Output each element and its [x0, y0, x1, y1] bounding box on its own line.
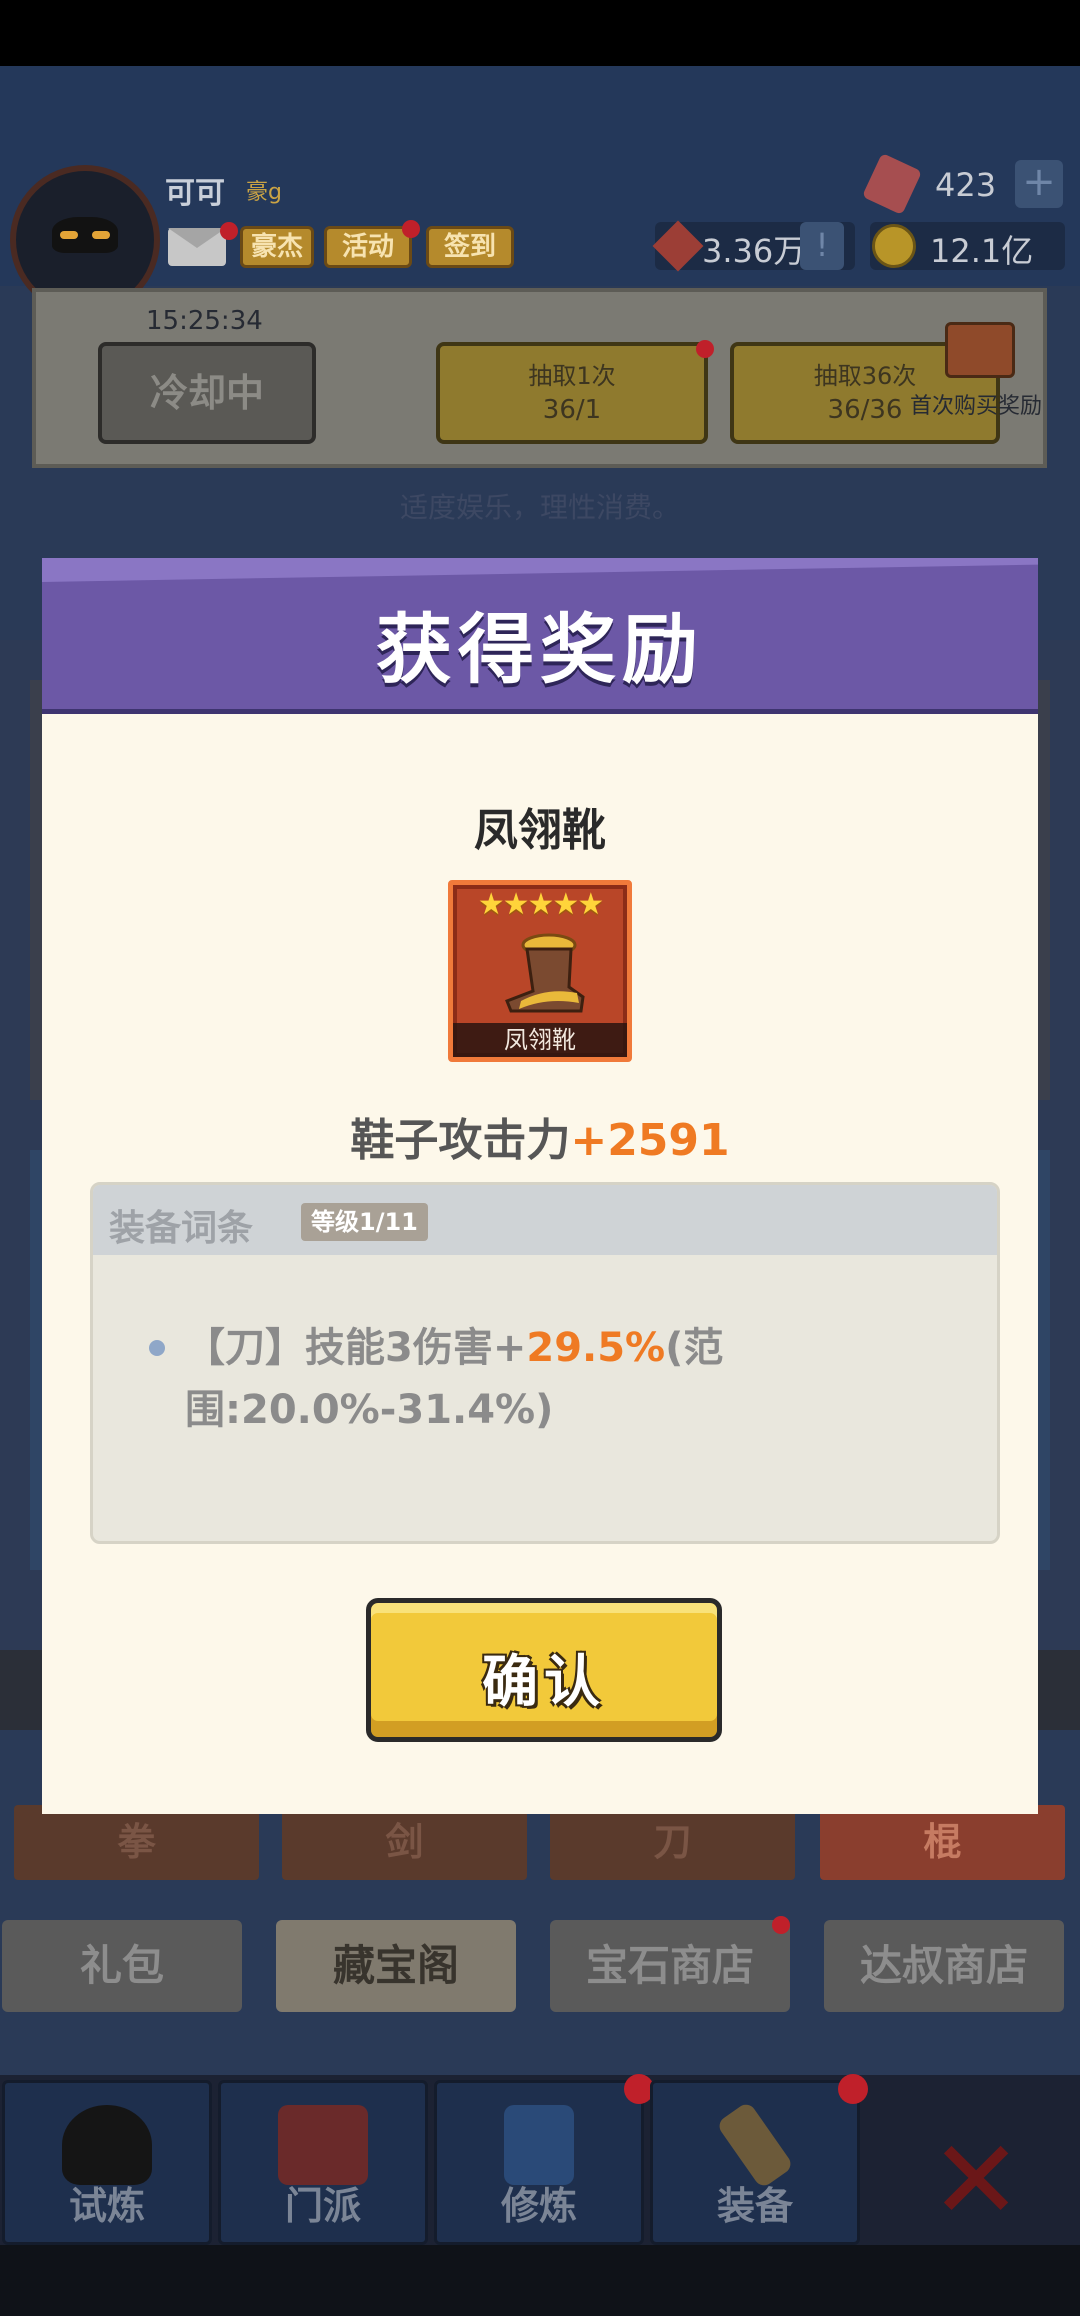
- attack-value: +2591: [570, 1115, 730, 1166]
- cooldown-timer: 15:25:34: [146, 306, 263, 336]
- treasure-chest-icon[interactable]: [945, 322, 1015, 378]
- notice-text: 适度娱乐，理性消费。: [399, 491, 680, 524]
- nav-cultivate[interactable]: 修炼: [434, 2080, 644, 2245]
- draw-once-label: 抽取1次: [528, 362, 616, 390]
- affix-prefix: 【刀】技能3伤害+: [185, 1325, 527, 1371]
- tab-uncle-shop[interactable]: 达叔商店: [824, 1920, 1064, 2012]
- tab-fist[interactable]: 拳: [14, 1805, 259, 1880]
- star-rating: ★★★★★: [477, 887, 604, 922]
- nav-equipment[interactable]: 装备: [650, 2080, 860, 2245]
- cooldown-button[interactable]: 冷却中: [98, 342, 316, 444]
- affix-percent: 29.5%: [526, 1325, 666, 1371]
- tab-blade[interactable]: 刀: [550, 1805, 795, 1880]
- affix-header: 装备词条 等级1/11: [93, 1185, 997, 1255]
- confirm-label: 确认: [482, 1650, 606, 1715]
- nav-trial[interactable]: 试炼: [2, 2080, 212, 2245]
- notification-dot: [696, 340, 714, 358]
- bullet-dot-icon: [149, 1340, 165, 1356]
- player-name: 可可: [165, 176, 225, 211]
- item-name: 凤翎靴: [474, 805, 606, 856]
- coin-count: 12.1亿: [930, 232, 1034, 270]
- notification-dot: [838, 2074, 868, 2104]
- attack-label: 鞋子攻击力: [350, 1115, 571, 1166]
- item-card-label: 凤翎靴: [453, 1023, 627, 1057]
- signin-button[interactable]: 签到: [426, 226, 514, 268]
- nav-trial-label: 试炼: [68, 2184, 145, 2228]
- draw-once-count: 36/1: [542, 395, 602, 425]
- tab-gem-shop[interactable]: 宝石商店: [550, 1920, 790, 2012]
- first-buy-reward-label: 首次购买奖励: [910, 394, 1043, 419]
- nav-equipment-label: 装备: [716, 2184, 793, 2228]
- eye-icon: [60, 231, 78, 239]
- affix-panel: 装备词条 等级1/11 【刀】技能3伤害+29.5%(范围:20.0%-31.4…: [90, 1182, 1000, 1544]
- tab-sword[interactable]: 剑: [282, 1805, 527, 1880]
- coin-icon: [872, 224, 916, 268]
- nav-sect[interactable]: 门派: [218, 2080, 428, 2245]
- power-info-button[interactable]: !: [800, 222, 844, 270]
- item-card: ★★★★★ 凤翎靴: [448, 880, 632, 1062]
- modal-title: 获得奖励: [376, 605, 704, 694]
- tab-gift-pack[interactable]: 礼包: [2, 1920, 242, 2012]
- bottom-strip: [0, 2245, 1080, 2316]
- modal-header: 获得奖励: [42, 558, 1038, 714]
- add-gems-button[interactable]: +: [1015, 160, 1063, 208]
- close-icon[interactable]: ✕: [930, 2125, 1022, 2235]
- confirm-button[interactable]: 确认: [366, 1598, 722, 1742]
- tab-treasure-pavilion[interactable]: 藏宝阁: [276, 1920, 516, 2012]
- nav-sect-label: 门派: [284, 2184, 361, 2228]
- affix-level-badge: 等级1/11: [301, 1203, 428, 1241]
- power-value: 3.36万: [702, 232, 806, 270]
- eye-icon: [92, 231, 110, 239]
- status-bar: [0, 0, 1080, 66]
- ninja-icon: [62, 2105, 152, 2185]
- nav-cultivate-label: 修炼: [500, 2184, 577, 2228]
- mail-icon[interactable]: [168, 228, 226, 266]
- draw-once-button[interactable]: 抽取1次 36/1: [436, 342, 708, 444]
- scroll-book-icon: [504, 2105, 574, 2185]
- boot-icon: [505, 933, 585, 1013]
- tab-staff[interactable]: 棍: [820, 1805, 1065, 1880]
- hero-tag-button[interactable]: 豪杰: [240, 226, 314, 268]
- event-button[interactable]: 活动: [324, 226, 412, 268]
- affix-entry: 【刀】技能3伤害+29.5%(范围:20.0%-31.4%): [185, 1317, 985, 1441]
- ninja-face-icon: [52, 217, 118, 253]
- reward-modal: 获得奖励 凤翎靴 ★★★★★ 凤翎靴 鞋子攻击力+2591 装备词条 等级1/1…: [42, 558, 1038, 1814]
- attack-stat: 鞋子攻击力+2591: [42, 1104, 1038, 1168]
- notification-dot: [402, 220, 420, 238]
- affix-title: 装备词条: [109, 1208, 254, 1249]
- player-rank: 豪g: [246, 180, 282, 205]
- gem-count: 423: [935, 166, 997, 204]
- notification-dot: [772, 1916, 790, 1934]
- notification-dot: [220, 222, 238, 240]
- temple-icon: [278, 2105, 368, 2185]
